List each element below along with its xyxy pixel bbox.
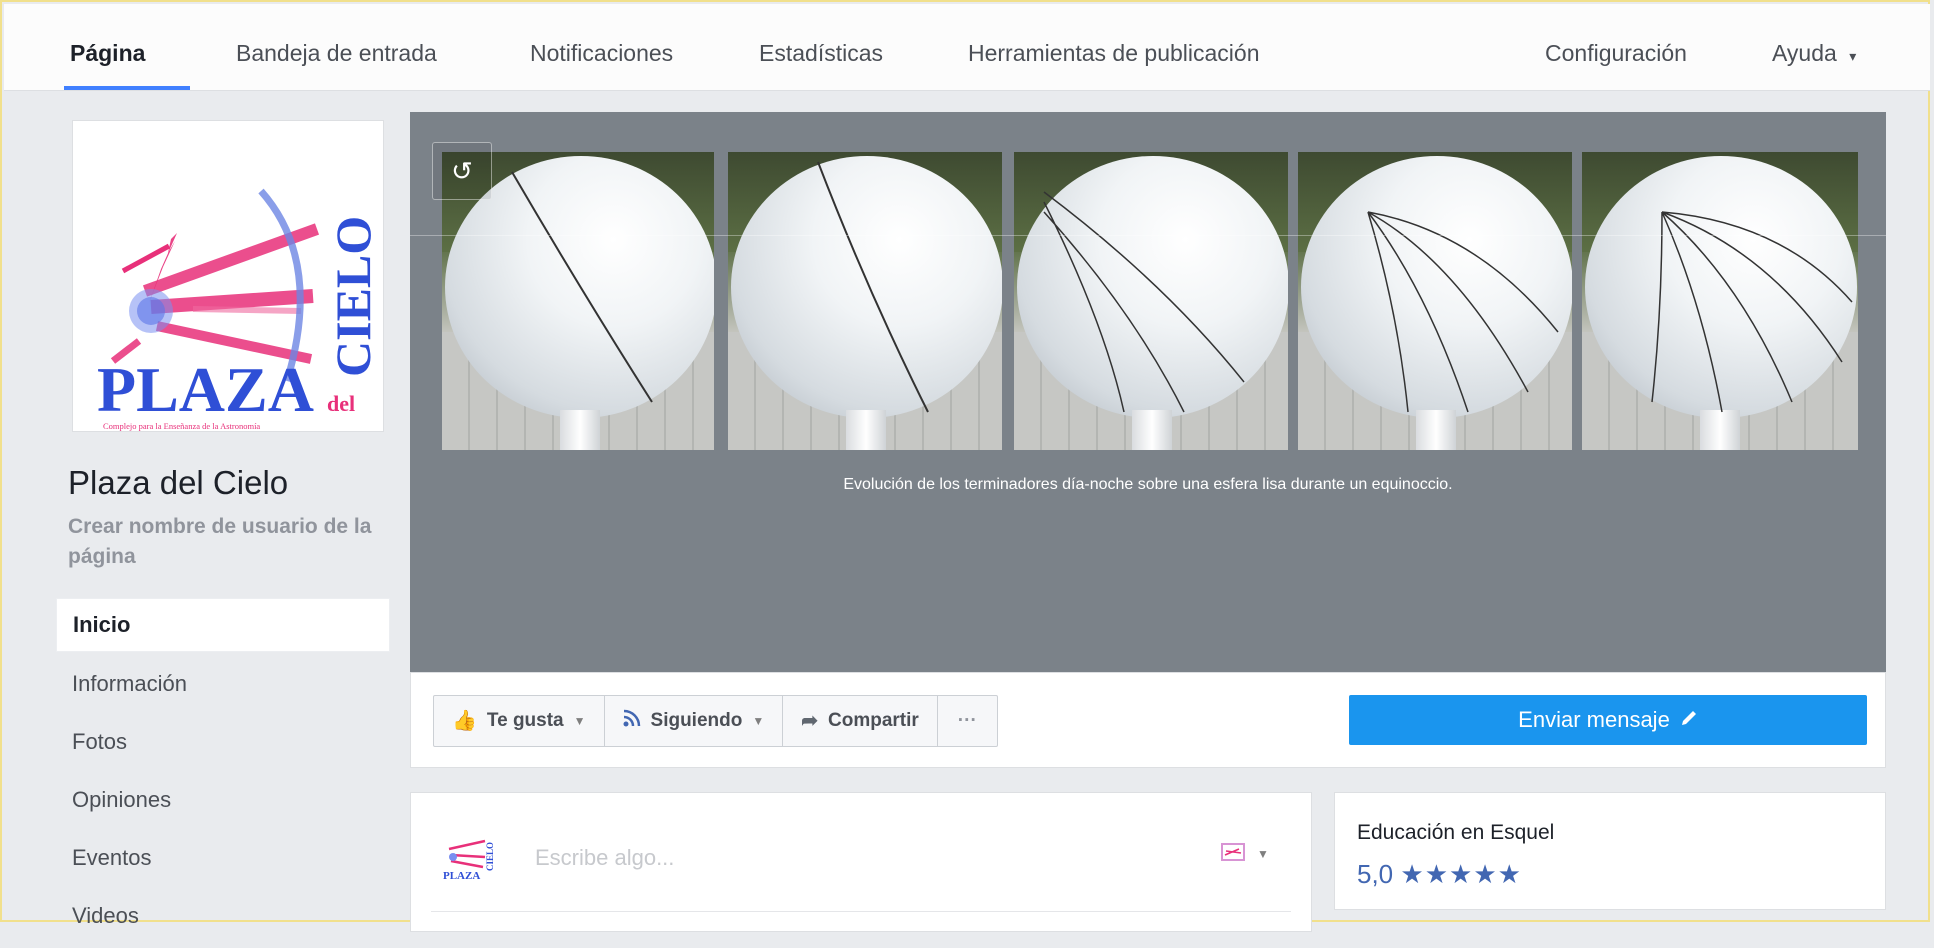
svg-text:PLAZA: PLAZA: [443, 870, 480, 881]
share-label: Compartir: [828, 710, 919, 731]
publish-as-icon[interactable]: [1221, 841, 1247, 869]
logo-tagline: Complejo para la Enseñanza de la Astrono…: [103, 421, 260, 431]
create-username-link[interactable]: Crear nombre de usuario de la página: [68, 512, 388, 572]
rating-value: 5,0: [1357, 859, 1394, 889]
tab-estadisticas[interactable]: Estadísticas: [759, 40, 883, 67]
sidebar-item-opiniones[interactable]: Opiniones: [56, 774, 390, 826]
logo-word-plaza: PLAZA: [97, 354, 314, 425]
active-tab-indicator: [64, 86, 190, 90]
send-message-button[interactable]: Enviar mensaje: [1349, 695, 1867, 745]
rating-category[interactable]: Educación en Esquel: [1357, 821, 1554, 845]
cover-photo-panel-5: [1582, 152, 1858, 450]
chevron-down-icon: ▼: [752, 714, 765, 728]
sidebar-item-videos[interactable]: Videos: [56, 890, 390, 942]
logo-word-cielo: CIELO: [325, 216, 381, 377]
composer-input[interactable]: [533, 839, 1137, 877]
like-button[interactable]: 👍 Te gusta ▼: [434, 696, 605, 746]
logo-word-del: del: [327, 391, 355, 416]
tab-herramientas[interactable]: Herramientas de publicación: [968, 40, 1260, 67]
tab-bandeja-de-entrada[interactable]: Bandeja de entrada: [236, 40, 437, 67]
svg-text:CIELO: CIELO: [485, 842, 495, 871]
chevron-down-icon[interactable]: ▼: [1257, 847, 1269, 861]
cover-photo-panel-2: [728, 152, 1002, 450]
tab-pagina[interactable]: Página: [70, 40, 145, 67]
star-rating-icon: ★★★★★: [1400, 859, 1522, 889]
page-avatar: PLAZA CIELO: [441, 827, 495, 882]
tab-notificaciones[interactable]: Notificaciones: [530, 40, 673, 67]
pencil-icon: [1680, 707, 1698, 733]
tab-configuracion[interactable]: Configuración: [1545, 40, 1687, 67]
sidebar-item-eventos[interactable]: Eventos: [56, 832, 390, 884]
help-menu[interactable]: Ayuda ▾: [1772, 40, 1856, 67]
thumbs-up-icon: 👍: [452, 710, 477, 732]
change-cover-camera-icon[interactable]: ↺: [432, 142, 492, 200]
share-arrow-icon: ➦: [801, 710, 818, 732]
page-sidebar-nav: Inicio Información Fotos Opiniones Event…: [56, 598, 390, 948]
chevron-down-icon: ▼: [573, 714, 586, 728]
follow-label: Siguiendo: [650, 710, 743, 731]
cover-caption: Evolución de los terminadores día-noche …: [843, 476, 1453, 493]
page-action-bar: 👍 Te gusta ▼ Siguiendo ▼ ➦ Compartir ···…: [410, 672, 1886, 768]
page-profile-picture[interactable]: PLAZA del CIELO Complejo para la Enseñan…: [72, 120, 384, 432]
sidebar-item-informacion[interactable]: Información: [56, 658, 390, 710]
post-composer: PLAZA CIELO ▼: [410, 792, 1312, 932]
cover-photo-panel-4: [1298, 152, 1572, 450]
plaza-del-cielo-logo: PLAZA del CIELO Complejo para la Enseñan…: [97, 188, 381, 431]
rss-icon: [623, 696, 641, 746]
rating-card: Educación en Esquel 5,0 ★★★★★: [1334, 792, 1886, 910]
app-frame: Página Bandeja de entrada Notificaciones…: [0, 0, 1930, 932]
cover-reposition-guide: [410, 235, 1886, 236]
sidebar-item-fotos[interactable]: Fotos: [56, 716, 390, 768]
more-icon: ···: [957, 710, 977, 731]
like-label: Te gusta: [486, 710, 564, 731]
page-title: Plaza del Cielo: [68, 464, 289, 501]
page-action-buttons: 👍 Te gusta ▼ Siguiendo ▼ ➦ Compartir ···: [433, 695, 998, 747]
send-message-label: Enviar mensaje: [1518, 707, 1670, 732]
follow-button[interactable]: Siguiendo ▼: [605, 696, 784, 746]
sidebar-item-inicio[interactable]: Inicio: [56, 598, 390, 652]
cover-photo[interactable]: ↺ Evolución de los terminadores día-noch…: [410, 112, 1886, 672]
chevron-down-icon: ▾: [1849, 48, 1857, 64]
page-admin-nav: Página Bandeja de entrada Notificaciones…: [4, 4, 1930, 91]
rating-score[interactable]: 5,0 ★★★★★: [1357, 859, 1522, 890]
more-options-button[interactable]: ···: [938, 696, 997, 746]
help-label: Ayuda: [1772, 40, 1837, 66]
cover-photo-panel-3: [1014, 152, 1288, 450]
share-button[interactable]: ➦ Compartir: [783, 696, 938, 746]
composer-divider: [431, 911, 1291, 912]
